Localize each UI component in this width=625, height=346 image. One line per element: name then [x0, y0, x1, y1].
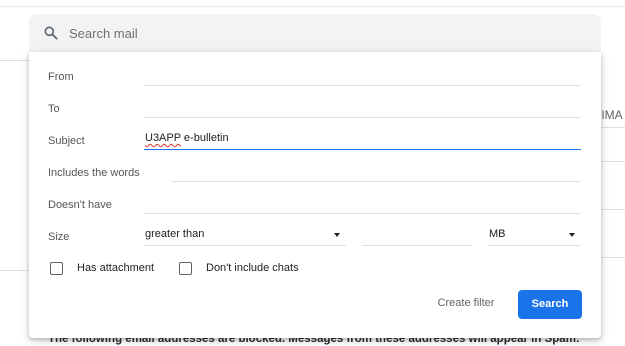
- gmail-settings-page: /IMA The following email addresses are b…: [0, 0, 625, 346]
- from-label: From: [48, 71, 74, 83]
- advanced-search-panel: From To Subject U3APP e-bulletin Include…: [29, 52, 601, 338]
- size-operator-value: greater than: [145, 228, 205, 240]
- subject-label: Subject: [48, 135, 85, 147]
- doesnt-have-input[interactable]: [144, 195, 581, 211]
- subject-field[interactable]: U3APP e-bulletin: [144, 128, 581, 150]
- from-input[interactable]: [144, 67, 581, 83]
- background-tab-label: /IMA: [598, 108, 623, 122]
- create-filter-button[interactable]: Create filter: [423, 290, 509, 316]
- size-operator-select[interactable]: greater than: [144, 224, 346, 246]
- size-unit-value: MB: [489, 228, 506, 240]
- search-bar: [29, 14, 601, 52]
- search-icon[interactable]: [43, 25, 59, 41]
- has-attachment-label[interactable]: Has attachment: [77, 262, 154, 274]
- background-divider: [0, 60, 30, 61]
- size-value-input[interactable]: [362, 227, 472, 243]
- size-unit-select[interactable]: MB: [488, 224, 581, 246]
- doesnt-have-field[interactable]: [144, 192, 581, 214]
- to-field[interactable]: [144, 96, 581, 118]
- search-input[interactable]: [69, 20, 569, 46]
- chevron-down-icon: [334, 233, 340, 237]
- dont-include-chats-label[interactable]: Don't include chats: [206, 262, 299, 274]
- includes-words-input[interactable]: [171, 163, 581, 179]
- includes-words-field[interactable]: [171, 160, 581, 182]
- background-divider: [600, 257, 625, 258]
- to-label: To: [48, 103, 60, 115]
- subject-value[interactable]: U3APP e-bulletin: [145, 132, 229, 144]
- chevron-down-icon: [569, 233, 575, 237]
- includes-words-label: Includes the words: [48, 167, 140, 179]
- doesnt-have-label: Doesn't have: [48, 199, 112, 211]
- size-label: Size: [48, 231, 70, 243]
- from-field[interactable]: [144, 64, 581, 86]
- top-divider: [0, 6, 625, 7]
- search-button[interactable]: Search: [518, 290, 582, 319]
- subject-value-rest: e-bulletin: [180, 132, 229, 144]
- has-attachment-checkbox[interactable]: [50, 262, 63, 275]
- size-value-field[interactable]: [362, 224, 472, 246]
- subject-misspelled-word: U3APP: [145, 132, 181, 144]
- background-divider: [600, 127, 625, 128]
- dont-include-chats-checkbox[interactable]: [179, 262, 192, 275]
- background-divider: [600, 209, 625, 210]
- background-divider: [0, 270, 30, 271]
- background-divider: [600, 161, 625, 162]
- to-input[interactable]: [144, 99, 581, 115]
